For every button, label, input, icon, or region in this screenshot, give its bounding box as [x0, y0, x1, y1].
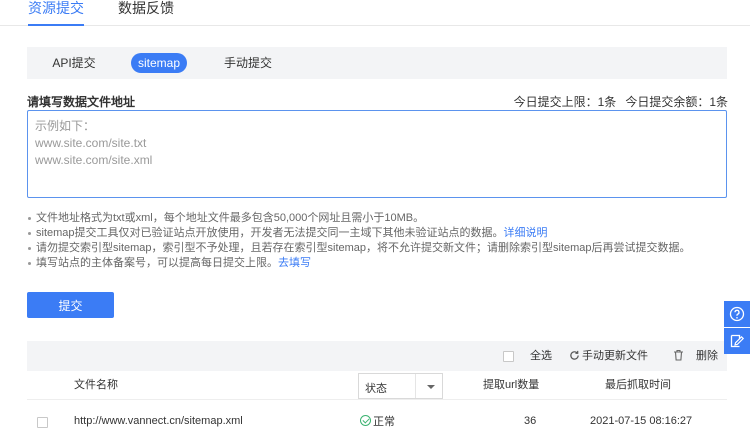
- chevron-down-icon: [427, 385, 435, 389]
- row-url-count: 36: [524, 415, 537, 427]
- feedback-button[interactable]: [724, 328, 750, 354]
- tab-resource-submit[interactable]: 资源提交: [28, 0, 84, 26]
- note-item: 文件地址格式为txt或xml，每个地址文件最多包含50,000个网址且需小于10…: [27, 211, 727, 226]
- form-label: 请填写数据文件地址: [27, 95, 136, 109]
- note-item: 填写站点的主体备案号，可以提高每日提交上限。去填写: [27, 256, 727, 271]
- quota-remaining: 今日提交余额：1条: [625, 95, 728, 109]
- column-file-name: 文件名称: [74, 379, 118, 391]
- trash-icon[interactable]: [673, 349, 684, 365]
- select-all-label[interactable]: 全选: [530, 350, 552, 363]
- tab-sitemap[interactable]: sitemap: [131, 53, 187, 73]
- select-all-checkbox[interactable]: [503, 350, 514, 363]
- quota-info: 今日提交上限：1条 今日提交余额：1条: [505, 93, 728, 110]
- help-button[interactable]: [724, 301, 750, 327]
- delete-button[interactable]: 删除: [696, 350, 718, 363]
- table-toolbar: 全选 手动更新文件 删除: [27, 341, 727, 371]
- refresh-icon[interactable]: [569, 350, 580, 365]
- manual-update-button[interactable]: 手动更新文件: [582, 350, 648, 363]
- notes-list: 文件地址格式为txt或xml，每个地址文件最多包含50,000个网址且需小于10…: [27, 211, 727, 271]
- submit-method-tabs: API提交 sitemap 手动提交: [27, 47, 727, 79]
- row-file-name: http://www.vannect.cn/sitemap.xml: [74, 415, 243, 427]
- quota-limit: 今日提交上限：1条: [513, 95, 617, 109]
- check-circle-icon: [360, 415, 371, 426]
- sitemap-url-input[interactable]: 示例如下： www.site.com/site.txt www.site.com…: [27, 110, 727, 198]
- row-status: 正常: [360, 415, 395, 429]
- table-row: http://www.vannect.cn/sitemap.xml 正常 36 …: [27, 405, 727, 435]
- tab-manual-submit[interactable]: 手动提交: [223, 53, 273, 73]
- column-last-crawl: 最后抓取时间: [605, 379, 671, 391]
- column-status: 状态: [365, 383, 387, 395]
- help-icon: [729, 306, 745, 322]
- feedback-icon: [730, 334, 745, 348]
- fill-in-link[interactable]: 去填写: [278, 257, 311, 269]
- column-url-count: 提取url数量: [483, 379, 540, 391]
- note-item: 请勿提交索引型sitemap，索引型不予处理，且若存在索引型sitemap，将不…: [27, 241, 727, 256]
- submit-button[interactable]: 提交: [27, 292, 114, 318]
- details-link[interactable]: 详细说明: [504, 227, 548, 239]
- tab-api-submit[interactable]: API提交: [51, 53, 97, 73]
- row-checkbox[interactable]: [37, 416, 48, 429]
- row-last-crawl: 2021-07-15 08:16:27: [590, 415, 693, 427]
- table-header: 文件名称 状态 提取url数量 最后抓取时间: [27, 371, 727, 400]
- top-tabs: 资源提交 数据反馈: [0, 0, 750, 26]
- status-filter-select[interactable]: 状态: [358, 373, 443, 399]
- tab-data-feedback[interactable]: 数据反馈: [118, 0, 174, 17]
- note-item: sitemap提交工具仅对已验证站点开放使用，开发者无法提交同一主域下其他未验证…: [27, 226, 727, 241]
